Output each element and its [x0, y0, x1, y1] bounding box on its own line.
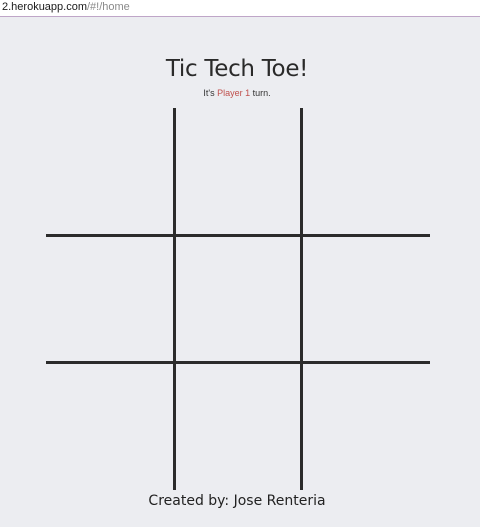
board-cell-7[interactable] [46, 364, 173, 490]
board-cell-2[interactable] [176, 108, 300, 234]
turn-status: It's Player 1 turn. [0, 88, 474, 98]
footer-credit: Created by: Jose Renteria [148, 493, 326, 509]
board-cell-4[interactable] [46, 237, 173, 361]
address-bar[interactable]: 2.herokuapp.com/#!/home [0, 0, 480, 17]
board-cell-9[interactable] [303, 364, 430, 490]
game-board [46, 108, 430, 490]
board-cell-3[interactable] [303, 108, 430, 234]
board-cell-8[interactable] [176, 364, 300, 490]
board-cell-1[interactable] [46, 108, 173, 234]
turn-status-suffix: turn. [250, 88, 271, 98]
board-cell-5[interactable] [176, 237, 300, 361]
board-cell-6[interactable] [303, 237, 430, 361]
current-player-label: Player 1 [217, 88, 251, 98]
page-title: Tic Tech Toe! [165, 56, 309, 82]
url-host: 2.herokuapp.com [2, 1, 87, 13]
url-path: /#!/home [87, 1, 130, 13]
turn-status-prefix: It's [203, 88, 218, 98]
